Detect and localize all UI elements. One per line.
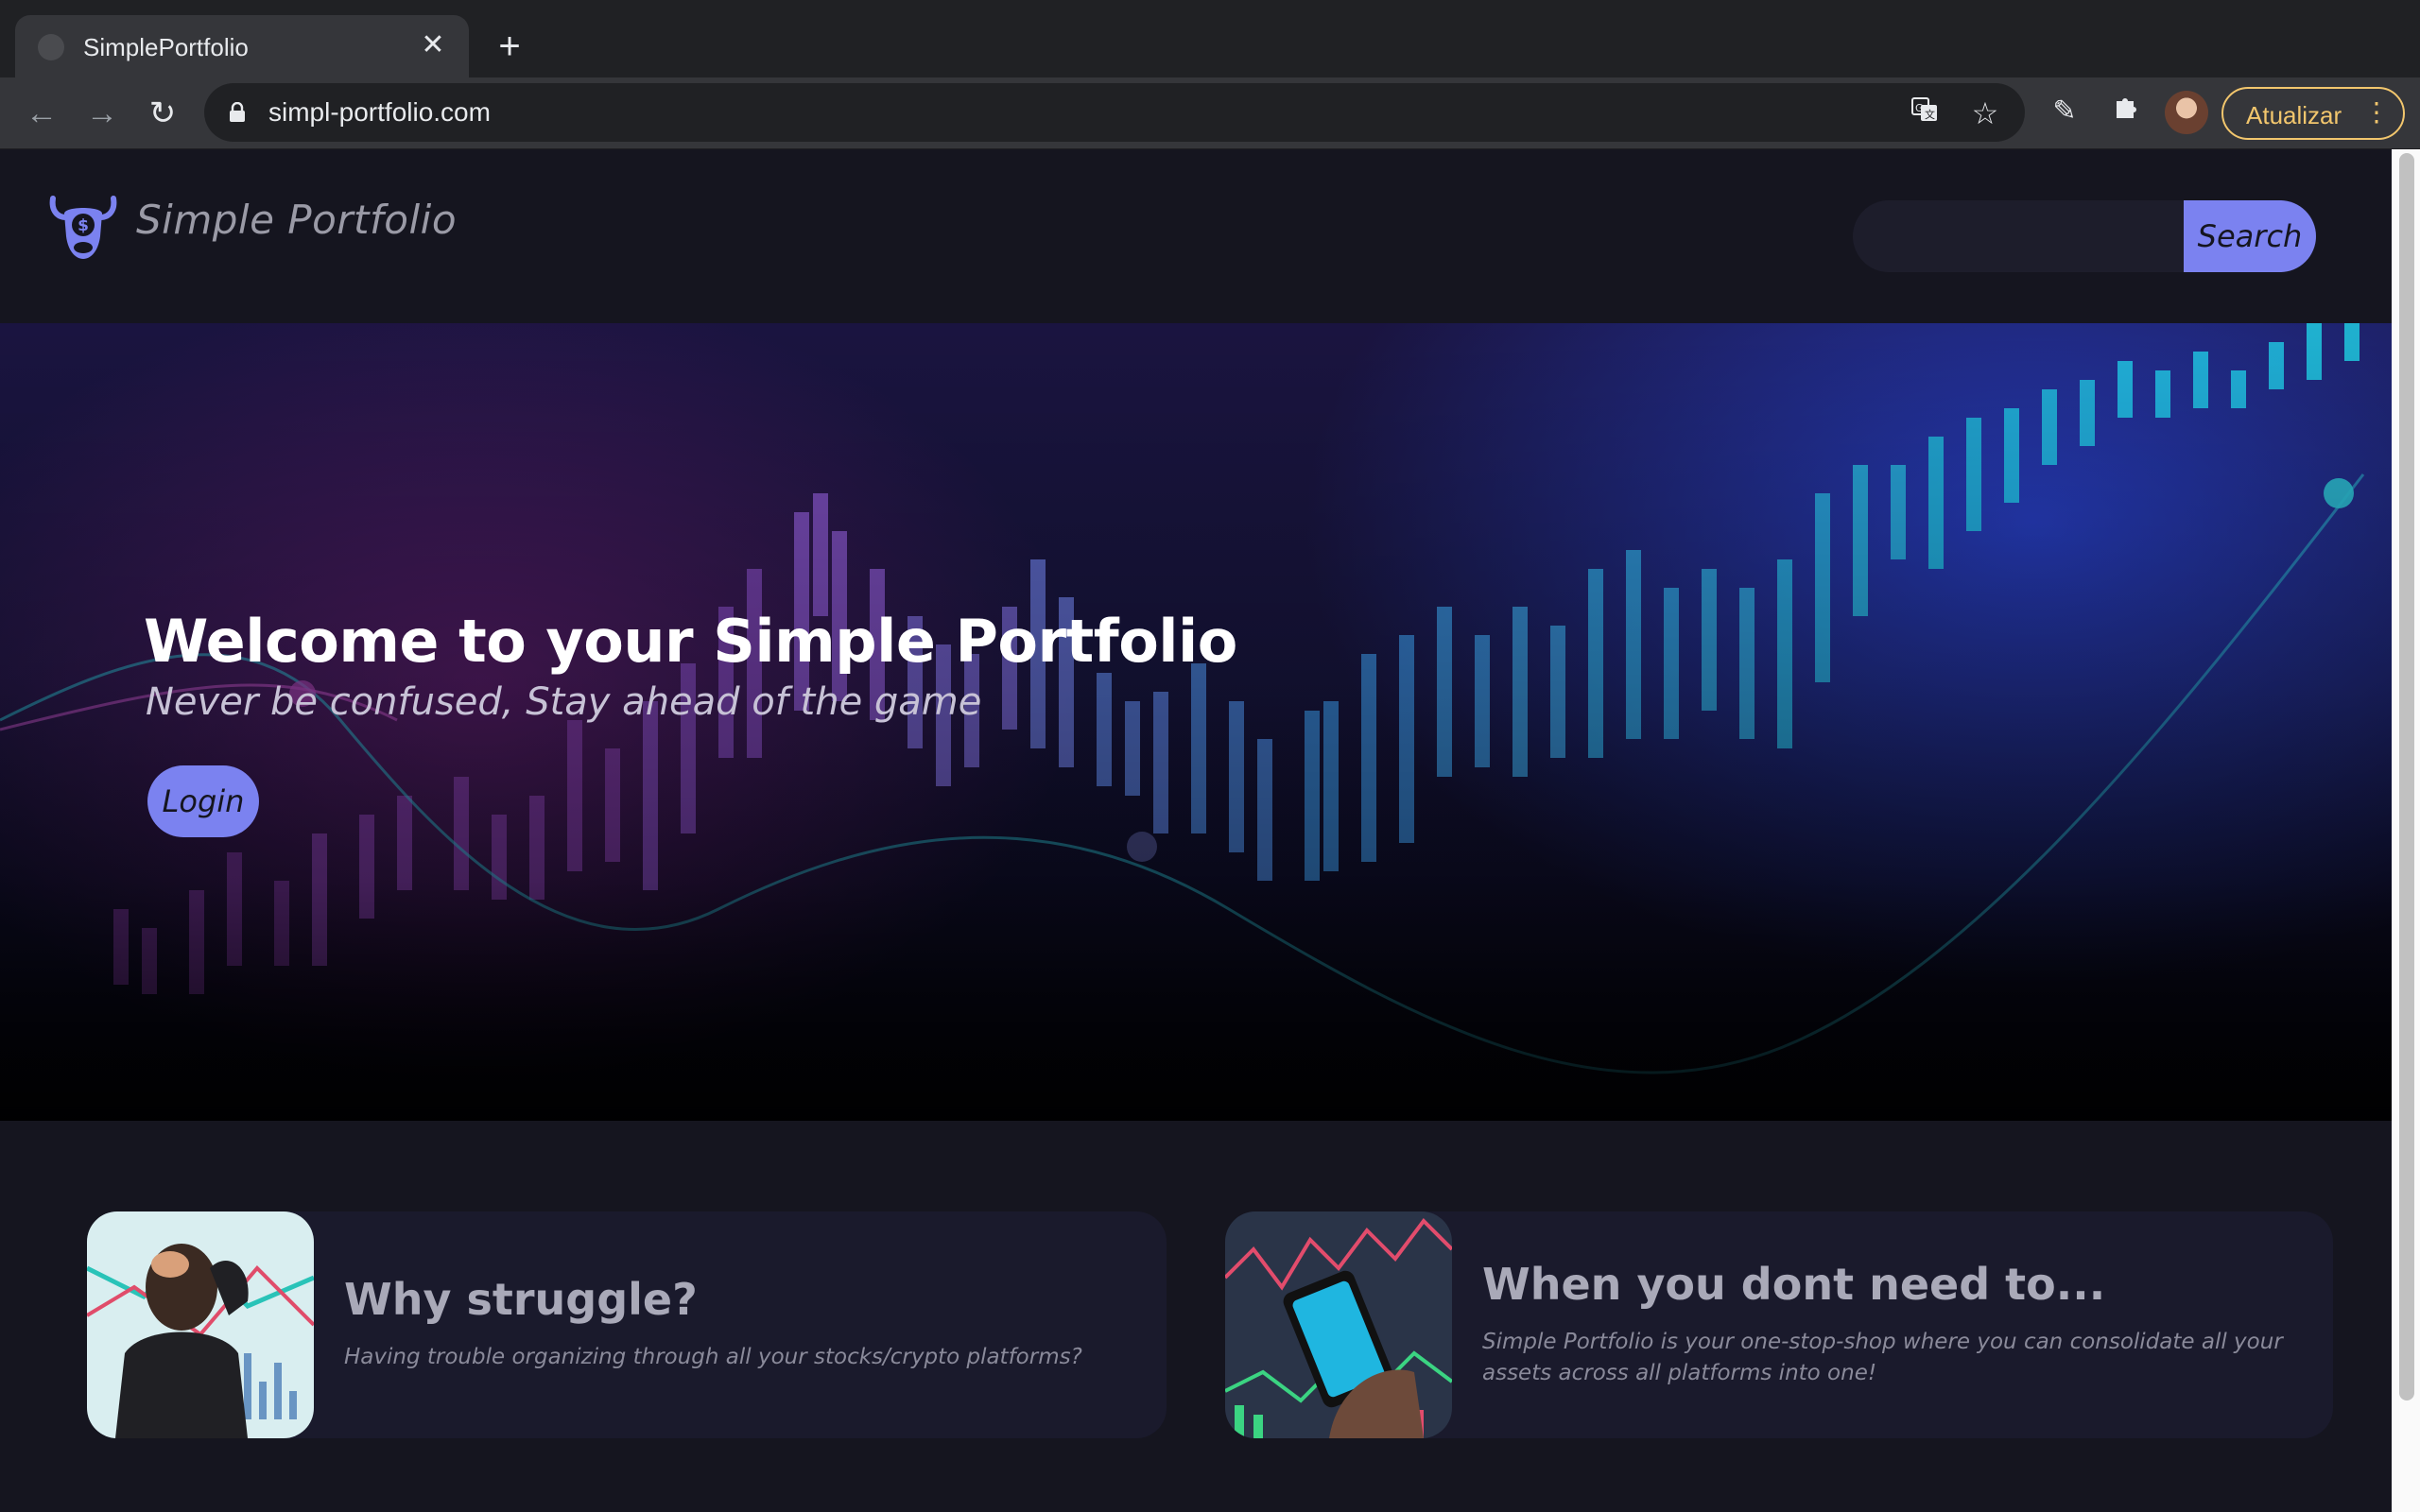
- page-content: $ Simple Portfolio Search Welcome to you: [0, 149, 2392, 1512]
- login-button[interactable]: Login: [147, 765, 259, 837]
- pen-icon[interactable]: ✎: [2044, 91, 2085, 132]
- star-icon[interactable]: ☆: [1966, 94, 2004, 132]
- svg-text:G: G: [1915, 102, 1924, 114]
- address-bar[interactable]: simpl-portfolio.com G文 ☆: [204, 83, 2025, 142]
- avatar[interactable]: [2165, 91, 2208, 134]
- stressed-trader-image: [87, 1211, 314, 1438]
- plus-icon[interactable]: +: [488, 25, 531, 68]
- url-text: simpl-portfolio.com: [268, 97, 491, 127]
- bull-dollar-icon[interactable]: $: [45, 189, 121, 265]
- search-input[interactable]: [1853, 200, 2189, 272]
- svg-text:文: 文: [1925, 108, 1935, 121]
- feature-card-struggle: Why struggle? Having trouble organizing …: [87, 1211, 1167, 1438]
- hero-title: Welcome to your Simple Portfolio: [144, 607, 1237, 676]
- browser-toolbar: ← → ↻ simpl-portfolio.com G文 ☆ ✎: [0, 77, 2420, 149]
- hero-banner: Welcome to your Simple Portfolio Never b…: [0, 323, 2392, 1121]
- phone-trading-image: [1225, 1211, 1452, 1438]
- feature-card-consolidate: When you dont need to... Simple Portfoli…: [1225, 1211, 2333, 1438]
- card-text: Simple Portfolio is your one-stop-shop w…: [1482, 1330, 2283, 1385]
- back-icon[interactable]: ←: [19, 91, 64, 136]
- tab-title: SimplePortfolio: [83, 33, 249, 61]
- search-button[interactable]: Search: [2184, 200, 2316, 272]
- menu-dots-icon: ⋮: [2363, 97, 2390, 127]
- puzzle-icon[interactable]: [2106, 91, 2148, 132]
- lock-icon: [230, 102, 245, 122]
- logo-text[interactable]: Simple Portfolio: [136, 197, 457, 243]
- browser-tab[interactable]: SimplePortfolio ✕: [15, 15, 469, 77]
- hero-subtitle: Never be confused, Stay ahead of the gam…: [146, 680, 982, 724]
- page-scrollbar[interactable]: [2392, 149, 2420, 1512]
- update-label: Atualizar: [2246, 101, 2342, 129]
- scroll-thumb[interactable]: [2399, 153, 2414, 1400]
- svg-text:$: $: [78, 216, 89, 235]
- update-button[interactable]: Atualizar ⋮: [2221, 87, 2405, 140]
- favicon-icon: [38, 34, 64, 60]
- translate-icon[interactable]: G文: [1906, 94, 1944, 132]
- card-title: Why struggle?: [344, 1274, 698, 1325]
- reload-icon[interactable]: ↻: [140, 91, 185, 136]
- site-header: $ Simple Portfolio Search: [0, 149, 2392, 321]
- forward-icon[interactable]: →: [79, 91, 125, 136]
- card-title: When you dont need to...: [1482, 1259, 2106, 1310]
- card-text: Having trouble organizing through all yo…: [344, 1345, 1082, 1369]
- browser-tabstrip: SimplePortfolio ✕ +: [0, 0, 2420, 77]
- close-icon[interactable]: ✕: [414, 26, 452, 64]
